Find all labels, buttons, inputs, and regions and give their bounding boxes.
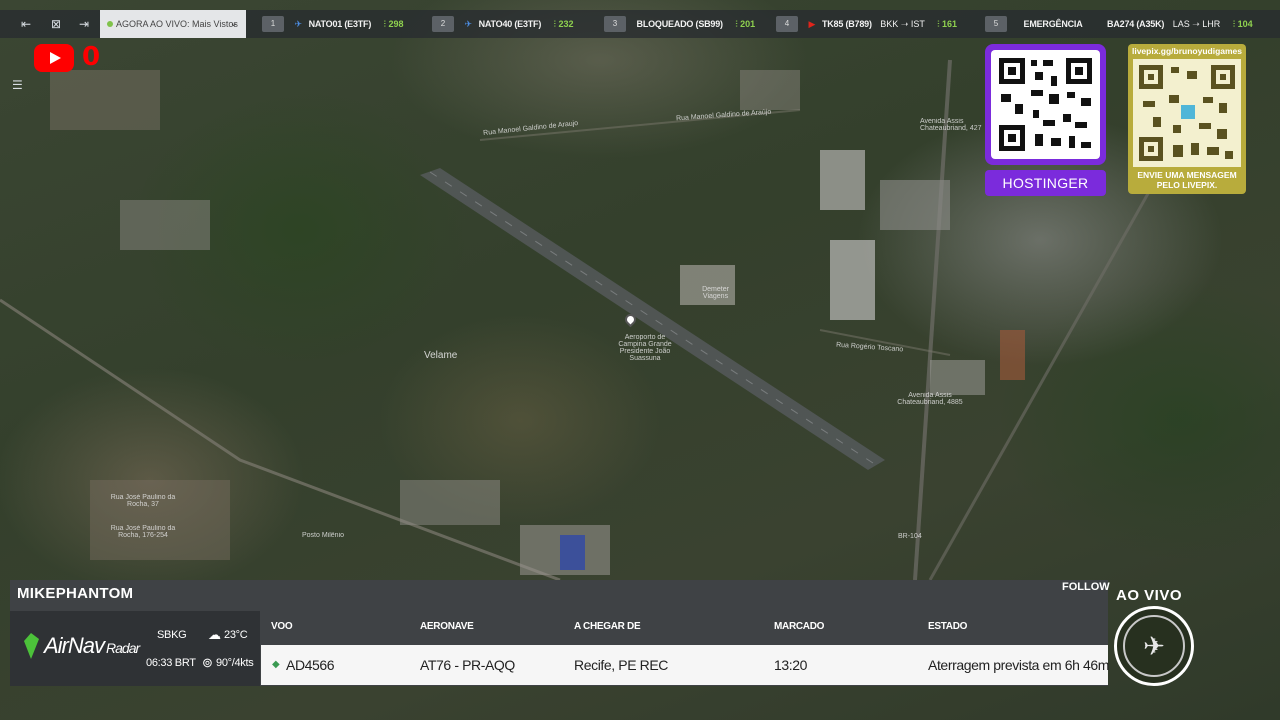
flag-icon: ▶: [808, 19, 816, 29]
livepix-url: livepix.gg/brunoyudigames: [1131, 46, 1243, 56]
tab-signal: 298: [388, 19, 404, 29]
local-time: 06:33 BRT: [146, 657, 196, 669]
wind: 90°/4kts: [216, 657, 254, 669]
signal-icon: ⫶: [735, 19, 738, 29]
header-from: A CHEGAR DE: [574, 621, 641, 632]
tab-label: BA274 (A35K): [1107, 19, 1165, 29]
tab-label: NATO40 (E3TF): [478, 19, 542, 29]
airport-code: SBKG: [157, 629, 187, 641]
tab-signal: 232: [558, 19, 574, 29]
map-label: Posto Milênio: [302, 532, 345, 539]
plane-icon: ✈: [294, 19, 303, 29]
tab-flight-2[interactable]: 2 ✈ NATO40 (E3TF) ⫶ 232: [432, 10, 573, 38]
livepix-qr-panel: livepix.gg/brunoyudigames ENVIE UMA MENS…: [1128, 44, 1246, 194]
arrow-right-icon: ➝: [1192, 19, 1200, 29]
brand-name: AirNav: [44, 633, 105, 658]
tab-number: 3: [604, 16, 626, 32]
route-to: LHR: [1202, 19, 1221, 29]
qr-code-icon: [991, 50, 1100, 159]
skip-next-icon[interactable]: ⇥: [76, 16, 92, 32]
tab-signal: 104: [1237, 19, 1253, 29]
stream-overlay: Rua Manoel Galdino de Araujo Rua Manoel …: [0, 0, 1280, 720]
tab-number: 2: [432, 16, 454, 32]
route-from: LAS: [1172, 19, 1190, 29]
tab-number: 1: [262, 16, 284, 32]
airnav-logo-icon: [24, 633, 39, 659]
tab-number: 5: [985, 16, 1007, 32]
tab-flight-4[interactable]: 4 ▶ TK85 (B789) BKK ➝ IST ⫶ 161: [776, 10, 957, 38]
runway: [420, 168, 885, 470]
route-to: IST: [910, 19, 925, 29]
collapse-sidebar-icon[interactable]: ⇤: [18, 16, 34, 32]
live-selector[interactable]: AGORA AO VIVO: Mais Vistos ⌄: [100, 10, 246, 38]
cell-scheduled: 13:20: [774, 657, 808, 673]
map-label: Demeter Viagens: [702, 286, 729, 300]
tab-signal: 161: [942, 19, 958, 29]
map-label: Rua José Paulino da Rocha, 37: [110, 494, 176, 508]
tab-flight-3[interactable]: 3 BLOQUEADO (SB99) ⫶ 201: [604, 10, 755, 38]
table-header: [261, 611, 1108, 644]
plane-icon: ✈: [464, 19, 473, 29]
header-scheduled: MARCADO: [774, 621, 825, 632]
tab-signal: 201: [740, 19, 756, 29]
cell-status: Aterragem prevista em 6h 46m: [928, 657, 1109, 673]
airport-label: Aeroporto de Campina Grande Presidente J…: [618, 334, 672, 362]
cell-aircraft: AT76 - PR-AQQ: [420, 657, 515, 673]
brand-suffix: Radar: [106, 640, 140, 656]
map-label: BR-104: [898, 533, 922, 540]
follow-button[interactable]: FOLLOW: [1062, 581, 1110, 593]
tab-number: 4: [776, 16, 798, 32]
youtube-viewer-count: 0: [82, 42, 101, 72]
header-status: ESTADO: [928, 621, 968, 632]
livepix-message: ENVIE UMA MENSAGEM PELO LIVEPIX.: [1137, 170, 1237, 190]
airnav-brand: AirNav Radar: [44, 633, 140, 659]
cloud-icon: ☁: [208, 627, 221, 642]
header-aircraft: AERONAVE: [420, 621, 474, 632]
tab-flight-1[interactable]: 1 ✈ NATO01 (E3TF) ⫶ 298: [262, 10, 403, 38]
temperature: 23°C: [224, 629, 248, 641]
flight-tab-bar: ⇤ ⊠ ⇥ AGORA AO VIVO: Mais Vistos ⌄ 1 ✈ N…: [0, 10, 1280, 38]
cell-from: Recife, PE REC: [574, 657, 668, 673]
signal-icon: ⫶: [383, 19, 386, 29]
map-label: Rua José Paulino da Rocha, 176-254: [110, 525, 176, 539]
live-selector-label: AGORA AO VIVO: Mais Vistos: [116, 19, 238, 29]
signal-icon: ⫶: [1232, 19, 1236, 29]
live-label: AO VIVO: [1116, 587, 1183, 604]
wind-icon: ⊚: [202, 655, 213, 670]
airline-icon: ◆: [272, 659, 280, 670]
tab-label: NATO01 (E3TF): [308, 19, 372, 29]
channel-logo-icon: ✈: [1114, 606, 1194, 686]
signal-icon: ⫶: [553, 19, 556, 29]
signal-icon: ⫶: [937, 19, 940, 29]
expand-icon[interactable]: ⊠: [48, 16, 64, 32]
map-label: Velame: [424, 350, 458, 361]
tab-label: TK85 (B789): [821, 19, 872, 29]
route-from: BKK: [880, 19, 899, 29]
tab-flight-5[interactable]: 5 EMERGÊNCIA BA274 (A35K) LAS ➝ LHR ⫶ 10…: [985, 10, 1253, 38]
list-icon[interactable]: ☰: [12, 78, 30, 94]
arrow-right-icon: ➝: [900, 19, 909, 29]
username: MIKEPHANTOM: [17, 585, 134, 602]
live-dot-icon: [107, 21, 113, 27]
map-label: Avenida Assis Chateaubriand, 4885: [897, 392, 963, 406]
tab-label: BLOQUEADO (SB99): [636, 19, 724, 29]
tab-emergency: EMERGÊNCIA: [1023, 19, 1083, 29]
youtube-icon: [34, 44, 74, 72]
chevron-down-icon: ⌄: [229, 18, 238, 29]
cell-flight: AD4566: [286, 657, 335, 673]
header-flight: VOO: [271, 621, 293, 632]
map-label: Avenida Assis Chateaubriand, 427: [920, 118, 982, 132]
qr-code-icon: [1133, 59, 1241, 167]
hostinger-banner: HOSTINGER: [985, 170, 1106, 196]
